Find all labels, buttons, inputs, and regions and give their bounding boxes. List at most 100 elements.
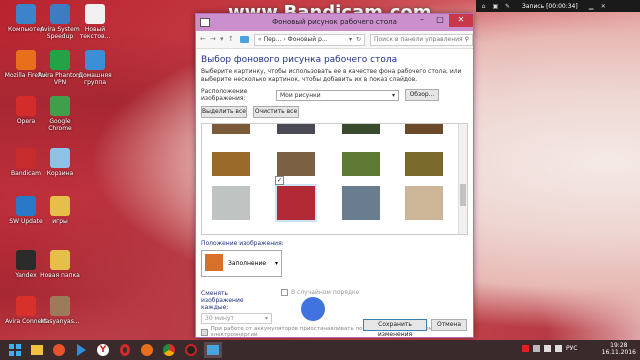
breadcrumb-item[interactable]: Пер... [264, 36, 282, 43]
position-preview-icon [205, 254, 223, 271]
desktop-icon-label: Google Chrome [48, 118, 72, 132]
location-value: Мои рисунки [280, 91, 321, 99]
clear-all-button[interactable]: Очистить все [253, 106, 299, 118]
tray-icon[interactable] [533, 345, 540, 352]
address-field[interactable]: « Пер... › Фоновый р... ▾ ↻ [254, 34, 365, 46]
tray-app-icon[interactable] [522, 345, 529, 352]
select-all-button[interactable]: Выделить все [201, 106, 247, 118]
search-icon: ⚲ [464, 36, 469, 43]
location-select[interactable]: Мои рисунки ▾ [276, 89, 399, 101]
explorer-taskbar-icon[interactable] [28, 342, 46, 358]
back-arrow-icon[interactable]: ← [200, 35, 206, 43]
recording-bar: ⌂ ▣ ✎ Запись [00:00:34] ▁ ✕ [476, 0, 640, 12]
firefox-taskbar-icon[interactable] [138, 342, 156, 358]
desktop-icon-label: Корзина [46, 170, 74, 177]
clock[interactable]: 19:28 16.11.2016 [602, 342, 636, 356]
desktop-icon[interactable]: Новый текстов... [73, 4, 117, 40]
minimize-button[interactable]: – [413, 14, 431, 27]
wallpaper-thumbnail[interactable]: ✓ [275, 176, 317, 222]
start-button[interactable] [6, 342, 24, 358]
clock-date: 16.11.2016 [601, 349, 636, 356]
desktop-icon-image [16, 196, 36, 216]
desktop-icon-image [50, 196, 70, 216]
desktop-background-window: Фоновый рисунок рабочего стола – □ ✕ ← →… [195, 13, 474, 338]
wallpaper-thumbnail[interactable] [405, 186, 443, 220]
desktop-icon-label: Новая папка [40, 272, 80, 279]
wallpaper-thumbnail[interactable] [405, 152, 443, 176]
close-button[interactable]: ✕ [449, 14, 473, 27]
browse-button[interactable]: Обзор... [405, 89, 439, 101]
game-taskbar-icon[interactable] [50, 342, 68, 358]
opera-taskbar-icon[interactable] [116, 342, 134, 358]
recording-time: Запись [00:00:34] [522, 2, 578, 10]
desktop-icon-image [16, 250, 36, 270]
desktop-icon-image [85, 50, 105, 70]
wallpaper-thumbnail[interactable] [277, 152, 315, 176]
desktop-icon-image [50, 96, 70, 116]
shuffle-checkbox[interactable] [281, 289, 288, 296]
control-panel-icon [240, 36, 249, 43]
desktop-icon-image [50, 250, 70, 270]
battery-checkbox[interactable] [201, 328, 208, 336]
pencil-icon[interactable]: ✎ [503, 2, 512, 11]
wallpaper-thumbnail[interactable] [277, 124, 315, 134]
interval-select[interactable]: 30 минут ▾ [201, 313, 272, 324]
desktop-icon-label: игры [52, 218, 68, 225]
image-gallery: ✓ [201, 123, 468, 235]
wallpaper-thumbnail[interactable] [342, 152, 380, 176]
wallpaper-thumbnail[interactable] [212, 186, 250, 220]
maximize-button[interactable]: □ [431, 14, 449, 27]
desktop-icon-label: Новый текстов... [79, 26, 111, 40]
wallpaper-thumbnail[interactable] [342, 124, 380, 134]
interval-value: 30 минут [205, 315, 234, 322]
desktop-icon[interactable]: игры [38, 196, 82, 225]
location-label: Расположение изображения: [201, 88, 248, 102]
bandicam-taskbar-icon[interactable] [182, 342, 200, 358]
yandex-taskbar-icon[interactable]: Y [94, 342, 112, 358]
camera-icon[interactable]: ▣ [491, 2, 500, 11]
desktop-icon-image [50, 148, 70, 168]
language-indicator[interactable]: РУС [566, 345, 580, 352]
chevron-down-icon: ▾ [264, 315, 268, 322]
page-description: Выберите картинку, чтобы использовать ее… [201, 68, 462, 83]
desktop-icon-image [16, 4, 36, 24]
history-dropdown-icon[interactable]: ▾ [220, 35, 224, 43]
desktop-icon[interactable]: Корзина [38, 148, 82, 177]
desktop-icon-label: Masyanyas... [40, 318, 80, 325]
up-arrow-icon[interactable]: ↑ [228, 35, 234, 43]
search-input[interactable]: Поиск в панели управления ⚲ [370, 34, 473, 46]
refresh-icon[interactable]: ↻ [356, 35, 361, 45]
title-bar[interactable]: Фоновый рисунок рабочего стола – □ ✕ [196, 14, 473, 31]
close-icon[interactable]: ✕ [599, 2, 608, 11]
wallpaper-thumbnail[interactable] [212, 124, 250, 134]
desktop-icon[interactable]: Новая папка [38, 250, 82, 279]
minimize-icon[interactable]: ▁ [587, 2, 596, 11]
save-changes-button[interactable]: Сохранить изменения [363, 319, 427, 338]
page-heading: Выбор фонового рисунка рабочего стола [201, 55, 398, 65]
wallpaper-thumbnail[interactable] [405, 124, 443, 134]
control-panel-taskbar-icon[interactable] [204, 342, 222, 358]
clock-time: 19:28 [610, 342, 628, 349]
network-icon[interactable] [544, 345, 551, 352]
desktop-icon-image [16, 148, 36, 168]
wallpaper-thumbnail[interactable] [212, 152, 250, 176]
chevron-down-icon: ▾ [391, 91, 395, 99]
desktop-icon[interactable]: Masyanyas... [38, 296, 82, 325]
search-placeholder: Поиск в панели управления [374, 36, 463, 43]
position-select[interactable]: Заполнение ▾ [201, 250, 282, 277]
desktop-icon[interactable]: Google Chrome [38, 96, 82, 132]
home-icon[interactable]: ⌂ [479, 2, 488, 11]
change-interval-label: Сменять изображение каждые: [201, 290, 244, 311]
media-player-taskbar-icon[interactable] [72, 342, 90, 358]
desktop-icon[interactable]: Домашняя группа [73, 50, 117, 86]
wallpaper-thumbnail[interactable] [342, 186, 380, 220]
shuffle-label: В случайном порядке [291, 289, 360, 296]
volume-icon[interactable] [555, 345, 562, 352]
checkmark-icon[interactable]: ✓ [275, 176, 284, 185]
cancel-button[interactable]: Отмена [431, 319, 467, 331]
gallery-scrollbar[interactable] [458, 124, 467, 234]
chrome-taskbar-icon[interactable] [160, 342, 178, 358]
breadcrumb-item[interactable]: Фоновый р... [288, 36, 328, 43]
forward-arrow-icon[interactable]: → [210, 35, 216, 43]
chevron-down-icon: ▾ [274, 260, 278, 267]
